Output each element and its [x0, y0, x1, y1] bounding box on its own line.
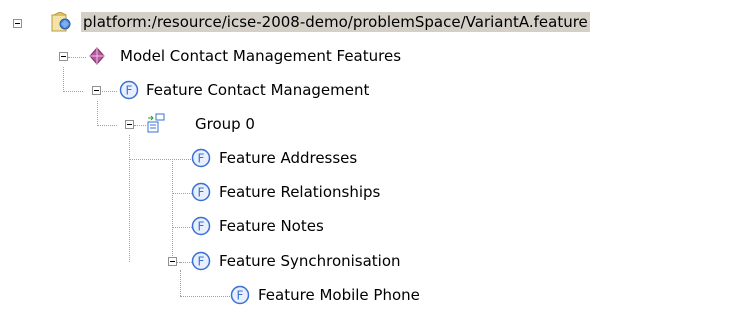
tree-line	[97, 101, 98, 126]
feature-f-icon: F	[191, 148, 211, 168]
svg-text:F: F	[126, 84, 133, 98]
tree-line	[129, 135, 130, 262]
feature-tree: platform:/resource/icse-2008-demo/proble…	[0, 0, 739, 309]
group-icon	[146, 113, 166, 133]
tree-line	[180, 270, 181, 296]
feature-f-icon: F	[191, 251, 211, 271]
svg-text:F: F	[198, 220, 205, 234]
root-file-label: platform:/resource/icse-2008-demo/proble…	[81, 12, 590, 32]
feature-f-icon: F	[119, 80, 139, 100]
collapse-toggle[interactable]	[125, 120, 134, 129]
collapse-toggle[interactable]	[59, 52, 68, 61]
collapse-toggle[interactable]	[92, 86, 101, 95]
tree-line	[172, 227, 192, 228]
tree-line	[63, 67, 64, 92]
feature-f-icon: F	[230, 285, 250, 305]
feature-notes-label: Feature Notes	[219, 217, 324, 235]
tree-line	[172, 159, 173, 262]
tree-line	[129, 159, 191, 160]
feature-addresses-label: Feature Addresses	[219, 149, 358, 167]
tree-line	[63, 91, 83, 92]
tree-line	[97, 125, 117, 126]
svg-text:F: F	[198, 186, 205, 200]
svg-text:F: F	[198, 152, 205, 166]
tree-line	[68, 57, 86, 58]
feature-synchronisation-label: Feature Synchronisation	[219, 252, 401, 270]
feature-mobile-phone-label: Feature Mobile Phone	[258, 286, 420, 304]
tree-line	[134, 125, 146, 126]
collapse-toggle[interactable]	[168, 257, 177, 266]
tree-line	[172, 193, 192, 194]
feature-model-file-icon	[51, 12, 71, 32]
svg-text:F: F	[237, 289, 244, 303]
feature-contact-management-label: Feature Contact Management	[146, 81, 370, 99]
tree-line	[102, 91, 117, 92]
collapse-toggle[interactable]	[13, 19, 22, 28]
svg-text:F: F	[198, 255, 205, 269]
feature-f-icon: F	[191, 216, 211, 236]
feature-relationships-label: Feature Relationships	[219, 183, 381, 201]
group-label: Group 0	[195, 115, 255, 133]
tree-line	[180, 296, 230, 297]
model-label: Model Contact Management Features	[120, 47, 402, 65]
model-diamond-icon	[87, 46, 107, 66]
feature-f-icon: F	[191, 182, 211, 202]
